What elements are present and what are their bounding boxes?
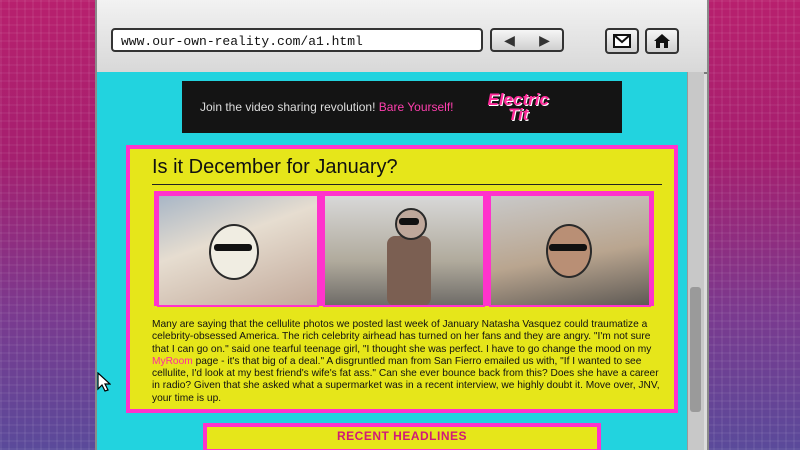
background-pattern-right [705, 0, 800, 450]
mail-button[interactable] [605, 28, 639, 54]
home-button[interactable] [645, 28, 679, 54]
myroom-link[interactable]: MyRoom [152, 356, 193, 367]
ad-banner[interactable]: Join the video sharing revolution! Bare … [182, 81, 622, 133]
article-title: Is it December for January? [152, 156, 398, 178]
article-text-1: Many are saying that the cellulite photo… [152, 319, 652, 355]
scrollbar-thumb[interactable] [690, 287, 701, 412]
logo-line2: Tit [508, 105, 529, 124]
person-head [209, 224, 259, 280]
home-icon [654, 34, 670, 48]
mail-icon [613, 34, 631, 48]
forward-button[interactable]: ▶ [527, 30, 562, 50]
nav-buttons: ◀ ▶ [490, 28, 564, 52]
browser-window: www.our-own-reality.com/a1.html ◀ ▶ Join… [95, 0, 709, 450]
person-coat [387, 236, 431, 305]
article-text-2: page - it's that big of a deal." A disgr… [152, 355, 660, 404]
recent-headlines-box: RECENT HEADLINES [203, 423, 601, 450]
sunglasses [214, 244, 252, 251]
photo-closeup-2 [489, 194, 651, 307]
recent-headlines-title: RECENT HEADLINES [336, 429, 467, 443]
address-bar[interactable]: www.our-own-reality.com/a1.html [111, 28, 483, 52]
sunglasses [399, 218, 419, 225]
photo-strip [154, 191, 654, 307]
electric-tit-logo: Electric Tit [488, 91, 549, 124]
back-button[interactable]: ◀ [492, 30, 527, 50]
web-page: Join the video sharing revolution! Bare … [97, 72, 687, 450]
browser-toolbar: www.our-own-reality.com/a1.html ◀ ▶ [97, 0, 707, 74]
sunglasses [549, 244, 587, 251]
banner-prefix: Join the video sharing revolution! [200, 100, 376, 114]
banner-link[interactable]: Bare Yourself! [379, 100, 454, 114]
photo-closeup-1 [157, 194, 319, 307]
vertical-scrollbar[interactable] [687, 72, 704, 450]
banner-text: Join the video sharing revolution! Bare … [200, 100, 454, 114]
photo-full-body [323, 194, 485, 307]
article-body: Many are saying that the cellulite photo… [152, 319, 664, 405]
background-pattern-left [0, 0, 95, 450]
person-head [546, 224, 592, 278]
mouse-cursor-icon [97, 372, 111, 392]
article-card: Is it December for January? Many are say… [126, 145, 678, 413]
title-divider [152, 184, 662, 185]
